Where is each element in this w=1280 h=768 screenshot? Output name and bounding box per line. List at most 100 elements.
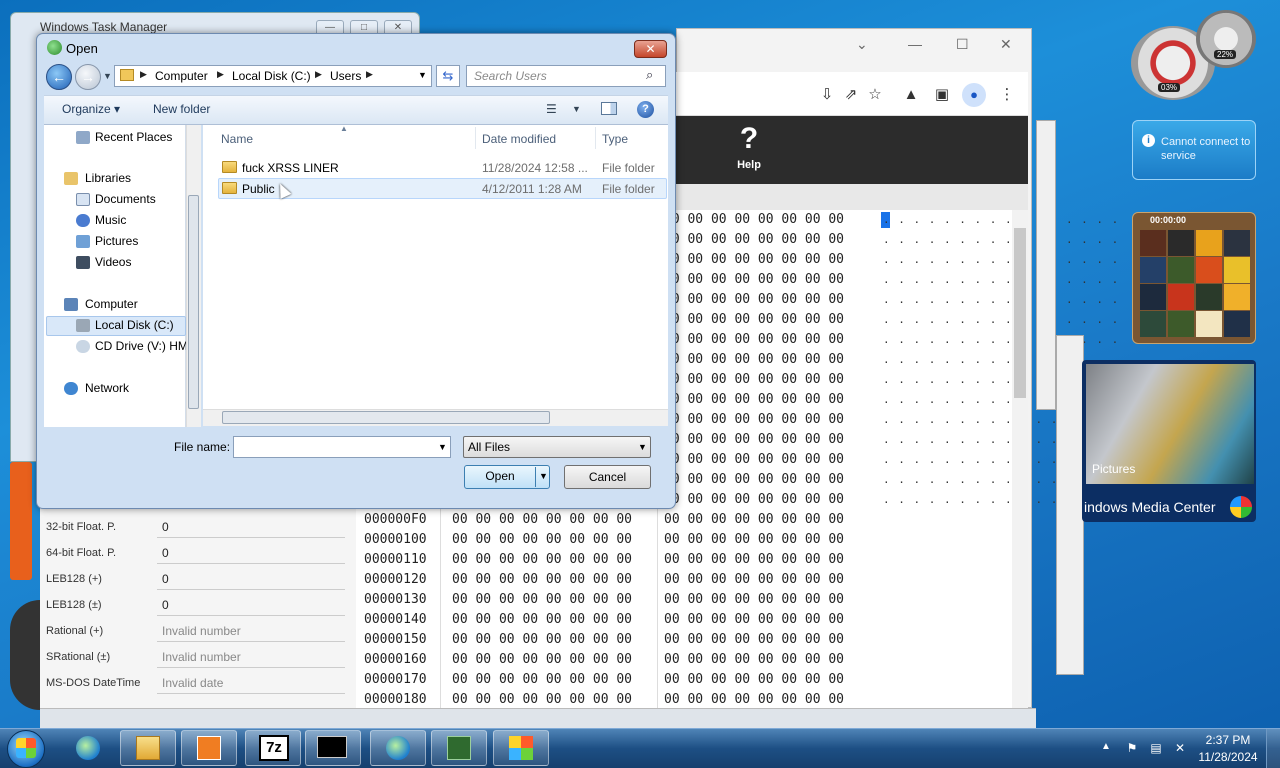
- hex-bytes-left[interactable]: 00 00 00 00 00 00 00 00: [452, 590, 632, 610]
- nav-item-documents[interactable]: Documents: [95, 190, 156, 208]
- dialog-close-button[interactable]: ✕: [634, 40, 667, 58]
- breadcrumb-separator-icon[interactable]: ▶: [217, 69, 224, 80]
- inspector-value[interactable]: Invalid number: [157, 646, 345, 668]
- hex-bytes-row[interactable]: 00 00 00 00 00 00 00 00: [664, 490, 844, 510]
- nav-item-videos[interactable]: Videos: [95, 253, 131, 271]
- help-question-icon[interactable]: ?: [732, 122, 766, 156]
- puzzle-tile[interactable]: [1140, 230, 1166, 256]
- hex-bytes-row[interactable]: 00 00 00 00 00 00 00 00: [664, 470, 844, 490]
- nav-item-music[interactable]: Music: [95, 211, 126, 229]
- hex-ascii-row[interactable]: . . . . . . . . . . . . . . . .: [883, 210, 1119, 230]
- hex-bytes-row[interactable]: 00 00 00 00 00 00 00 00: [664, 230, 844, 250]
- profile-avatar-icon[interactable]: ●: [962, 83, 986, 107]
- hex-ascii-row[interactable]: . . . . . . . . . . . . . . . .: [883, 310, 1119, 330]
- refresh-button[interactable]: ⇆: [436, 65, 460, 87]
- forward-button[interactable]: →: [75, 64, 101, 90]
- hex-bytes-left[interactable]: 00 00 00 00 00 00 00 00: [452, 690, 632, 710]
- puzzle-tile[interactable]: [1196, 311, 1222, 337]
- sidepanel-icon[interactable]: ▣: [933, 86, 951, 104]
- volume-muted-icon[interactable]: ✕: [1172, 740, 1188, 756]
- hex-bytes-left[interactable]: 00 00 00 00 00 00 00 00: [452, 610, 632, 630]
- hex-bytes-row[interactable]: 00 00 00 00 00 00 00 00: [664, 310, 844, 330]
- menu-kebab-icon[interactable]: ⋮: [998, 86, 1016, 104]
- column-header-name[interactable]: Name: [221, 132, 253, 146]
- hex-bytes-left[interactable]: 00 00 00 00 00 00 00 00: [452, 570, 632, 590]
- hex-bytes-row[interactable]: 00 00 00 00 00 00 00 00: [664, 250, 844, 270]
- nav-item-local-disk[interactable]: Local Disk (C:): [95, 316, 174, 334]
- hex-ascii-row[interactable]: . . . . . . . . . . . . . . . .: [883, 270, 1119, 290]
- share-icon[interactable]: ⇗: [842, 86, 860, 104]
- file-name[interactable]: fuck XRSS LINER: [242, 161, 339, 175]
- install-app-icon[interactable]: ⇩: [818, 86, 836, 104]
- hex-bytes-row[interactable]: 00 00 00 00 00 00 00 00: [664, 330, 844, 350]
- hex-bytes-right[interactable]: 00 00 00 00 00 00 00 00: [664, 690, 844, 710]
- hex-bytes-row[interactable]: 00 00 00 00 00 00 00 00: [664, 210, 844, 230]
- puzzle-tile[interactable]: [1140, 257, 1166, 283]
- hex-bytes-left[interactable]: 00 00 00 00 00 00 00 00: [452, 530, 632, 550]
- hex-bytes-right[interactable]: 00 00 00 00 00 00 00 00: [664, 590, 844, 610]
- hex-ascii-row[interactable]: . . . . . . . . . . . . . . . .: [883, 250, 1119, 270]
- nav-item-recent-places[interactable]: Recent Places: [95, 128, 172, 146]
- inspector-value[interactable]: Invalid number: [157, 620, 345, 642]
- inspector-value[interactable]: 0: [157, 568, 345, 590]
- hex-bytes-row[interactable]: 00 00 00 00 00 00 00 00: [664, 430, 844, 450]
- preview-pane-icon[interactable]: [601, 102, 617, 115]
- inspector-value[interactable]: 0: [157, 594, 345, 616]
- clock-date[interactable]: 11/28/2024: [1196, 750, 1260, 764]
- feed-gadget[interactable]: Cannot connect to service: [1132, 120, 1256, 180]
- maximize-icon[interactable]: ☐: [956, 36, 969, 53]
- hex-bytes-right[interactable]: 00 00 00 00 00 00 00 00: [664, 610, 844, 630]
- nav-item-pictures[interactable]: Pictures: [95, 232, 138, 250]
- breadcrumb-separator-icon[interactable]: ▶: [315, 69, 322, 80]
- puzzle-tile[interactable]: [1168, 311, 1194, 337]
- help-label[interactable]: Help: [722, 159, 776, 171]
- hex-bytes-row[interactable]: 00 00 00 00 00 00 00 00: [664, 270, 844, 290]
- nav-item-libraries[interactable]: Libraries: [85, 169, 131, 187]
- file-name[interactable]: Public: [242, 182, 275, 196]
- hex-bytes-right[interactable]: 00 00 00 00 00 00 00 00: [664, 510, 844, 530]
- column-separator[interactable]: [595, 127, 596, 149]
- search-icon[interactable]: ⌕: [646, 67, 653, 83]
- puzzle-tile[interactable]: [1224, 284, 1250, 310]
- breadcrumb-separator-icon[interactable]: ▶: [140, 69, 147, 80]
- breadcrumb-users[interactable]: Users: [330, 69, 361, 83]
- hex-scroll-thumb[interactable]: [1014, 228, 1026, 398]
- new-folder-button[interactable]: New folder: [153, 102, 210, 116]
- recent-locations-dropdown-icon[interactable]: ▼: [103, 71, 112, 81]
- puzzle-tile[interactable]: [1224, 311, 1250, 337]
- show-desktop-button[interactable]: [1266, 729, 1280, 768]
- hex-bytes-right[interactable]: 00 00 00 00 00 00 00 00: [664, 650, 844, 670]
- minimize-icon[interactable]: —: [908, 36, 922, 52]
- hex-bytes-left[interactable]: 00 00 00 00 00 00 00 00: [452, 510, 632, 530]
- nav-item-computer[interactable]: Computer: [85, 295, 138, 313]
- puzzle-tile[interactable]: [1168, 284, 1194, 310]
- file-name-dropdown-icon[interactable]: ▼: [438, 442, 447, 452]
- hex-bytes-row[interactable]: 00 00 00 00 00 00 00 00: [664, 350, 844, 370]
- hex-bytes-right[interactable]: 00 00 00 00 00 00 00 00: [664, 570, 844, 590]
- column-header-date[interactable]: Date modified: [482, 132, 556, 146]
- hex-ascii-row[interactable]: . . . . . . . . . . . . . . . .: [883, 290, 1119, 310]
- puzzle-tile[interactable]: [1196, 230, 1222, 256]
- nav-item-network[interactable]: Network: [85, 379, 129, 397]
- cancel-button[interactable]: Cancel: [564, 465, 651, 489]
- nav-item-cd-drive[interactable]: CD Drive (V:) HM: [95, 337, 188, 355]
- organize-button[interactable]: Organize ▾: [62, 102, 120, 116]
- puzzle-tile[interactable]: [1140, 311, 1166, 337]
- back-button[interactable]: ←: [46, 64, 72, 90]
- memory-meter-gadget[interactable]: [1196, 10, 1256, 68]
- breadcrumb-local-disk[interactable]: Local Disk (C:): [232, 69, 311, 83]
- hex-bytes-left[interactable]: 00 00 00 00 00 00 00 00: [452, 630, 632, 650]
- action-center-icon[interactable]: ⚑: [1124, 740, 1140, 756]
- hex-bytes-row[interactable]: 00 00 00 00 00 00 00 00: [664, 390, 844, 410]
- hex-bytes-row[interactable]: 00 00 00 00 00 00 00 00: [664, 370, 844, 390]
- hex-ascii-row[interactable]: . . . . . . . . . . . . . . . .: [883, 230, 1119, 250]
- inspector-value[interactable]: 0: [157, 542, 345, 564]
- hex-bytes-right[interactable]: 00 00 00 00 00 00 00 00: [664, 530, 844, 550]
- hex-bytes-left[interactable]: 00 00 00 00 00 00 00 00: [452, 550, 632, 570]
- puzzle-tile[interactable]: [1140, 284, 1166, 310]
- hex-bytes-row[interactable]: 00 00 00 00 00 00 00 00: [664, 410, 844, 430]
- puzzle-tile[interactable]: [1168, 230, 1194, 256]
- puzzle-tile[interactable]: [1196, 284, 1222, 310]
- inspector-value[interactable]: 0: [157, 516, 345, 538]
- nav-scroll-thumb[interactable]: [188, 195, 199, 409]
